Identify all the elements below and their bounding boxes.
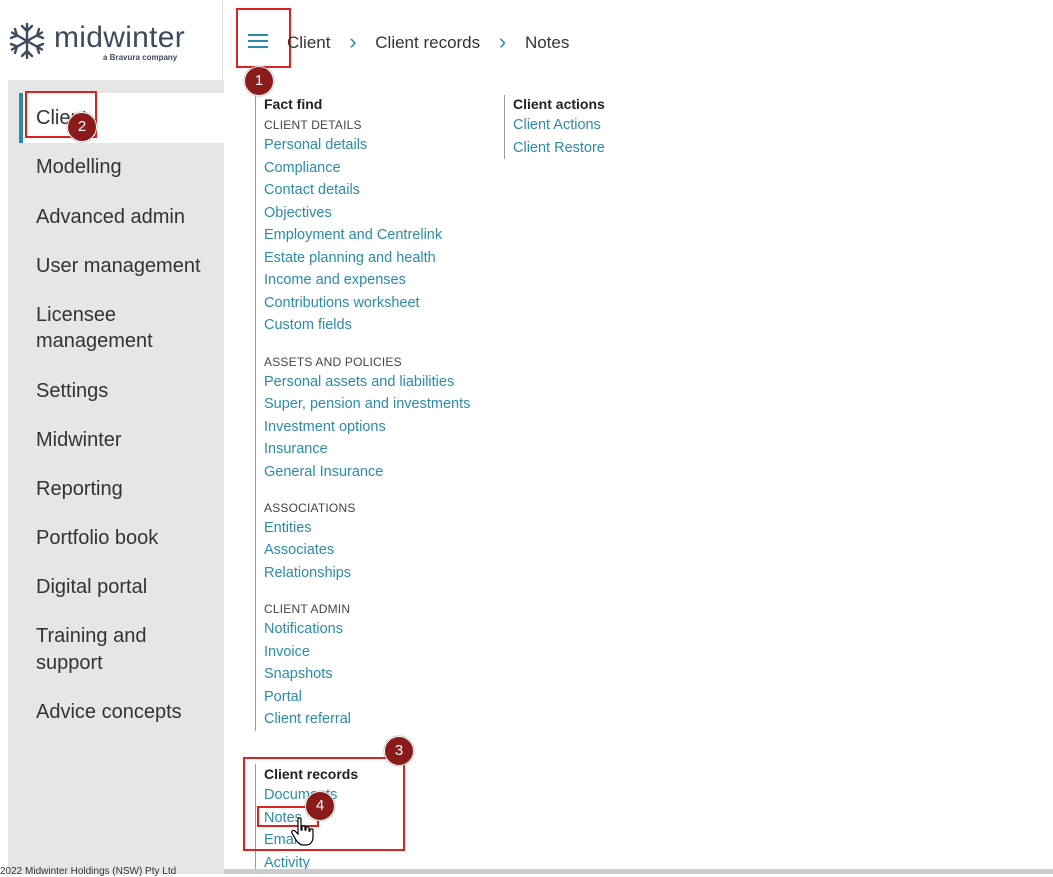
link-snapshots[interactable]: Snapshots — [264, 666, 333, 682]
chevron-right-icon: › — [498, 29, 507, 54]
associations-heading: ASSOCIATIONS — [264, 501, 356, 515]
hamburger-icon — [248, 34, 268, 36]
step-badge-2: 2 — [67, 112, 97, 142]
horizontal-scrollbar[interactable] — [224, 869, 1053, 874]
step-badge-1: 1 — [244, 66, 274, 96]
logo[interactable]: midwinter a Bravura company — [0, 0, 223, 79]
fact-find-column — [255, 95, 256, 731]
sidebar-item-licensee-management[interactable]: Licensee — [36, 302, 116, 328]
link-portal[interactable]: Portal — [264, 689, 302, 705]
link-client-restore[interactable]: Client Restore — [513, 140, 605, 156]
breadcrumb: Client › Client records › Notes — [287, 29, 570, 56]
sidebar-item-advanced-admin[interactable]: Advanced admin — [36, 204, 185, 230]
link-invoice[interactable]: Invoice — [264, 644, 310, 660]
link-custom-fields[interactable]: Custom fields — [264, 317, 352, 333]
breadcrumb-client-records[interactable]: Client records — [375, 33, 480, 53]
client-details-heading: CLIENT DETAILS — [264, 118, 362, 132]
link-objectives[interactable]: Objectives — [264, 205, 332, 221]
sidebar: Client Modelling Advanced admin User man… — [8, 80, 224, 874]
sidebar-item-digital-portal[interactable]: Digital portal — [36, 574, 147, 600]
link-contact-details[interactable]: Contact details — [264, 182, 360, 198]
snowflake-icon — [9, 22, 45, 60]
copyright-footer: 2022 Midwinter Holdings (NSW) Pty Ltd — [0, 866, 177, 877]
breadcrumb-client[interactable]: Client — [287, 33, 330, 53]
link-associates[interactable]: Associates — [264, 542, 334, 558]
link-notifications[interactable]: Notifications — [264, 621, 343, 637]
logo-subtitle: a Bravura company — [103, 53, 178, 62]
link-insurance[interactable]: Insurance — [264, 441, 328, 457]
sidebar-item-settings[interactable]: Settings — [36, 378, 108, 404]
link-estate-planning-health[interactable]: Estate planning and health — [264, 250, 436, 266]
step-badge-3: 3 — [384, 736, 414, 766]
link-relationships[interactable]: Relationships — [264, 565, 351, 581]
link-general-insurance[interactable]: General Insurance — [264, 464, 383, 480]
link-employment-centrelink[interactable]: Employment and Centrelink — [264, 227, 442, 243]
link-client-actions[interactable]: Client Actions — [513, 117, 601, 133]
sidebar-item-reporting[interactable]: Reporting — [36, 476, 123, 502]
client-actions-title: Client actions — [513, 96, 605, 112]
sidebar-item-training-support-line2[interactable]: support — [36, 650, 103, 676]
sidebar-item-licensee-management-line2[interactable]: management — [36, 328, 153, 354]
sidebar-item-training-support[interactable]: Training and — [36, 623, 146, 649]
link-super-pension[interactable]: Super, pension and investments — [264, 396, 470, 412]
link-investment-options[interactable]: Investment options — [264, 419, 386, 435]
breadcrumb-notes: Notes — [524, 33, 570, 52]
fact-find-title: Fact find — [264, 96, 323, 112]
link-client-referral[interactable]: Client referral — [264, 711, 351, 727]
link-personal-assets[interactable]: Personal assets and liabilities — [264, 374, 454, 390]
assets-policies-heading: ASSETS AND POLICIES — [264, 355, 402, 369]
client-admin-heading: CLIENT ADMIN — [264, 602, 351, 616]
link-personal-details[interactable]: Personal details — [264, 137, 367, 153]
sidebar-item-midwinter[interactable]: Midwinter — [36, 427, 122, 453]
hand-cursor-icon — [291, 817, 314, 846]
link-income-expenses[interactable]: Income and expenses — [264, 272, 406, 288]
sidebar-item-modelling[interactable]: Modelling — [36, 154, 122, 180]
sidebar-item-advice-concepts[interactable]: Advice concepts — [36, 699, 182, 725]
logo-text: midwinter — [54, 21, 186, 54]
top-bar: midwinter a Bravura company Client › Cli… — [0, 0, 1053, 79]
client-actions-column — [504, 95, 505, 159]
sidebar-item-user-management[interactable]: User management — [36, 253, 201, 279]
sidebar-item-portfolio-book[interactable]: Portfolio book — [36, 525, 158, 551]
sidebar-active-indicator — [19, 93, 23, 143]
hamburger-menu-button[interactable] — [236, 8, 291, 68]
link-entities[interactable]: Entities — [264, 520, 312, 536]
link-compliance[interactable]: Compliance — [264, 160, 341, 176]
link-contributions-worksheet[interactable]: Contributions worksheet — [264, 295, 420, 311]
chevron-right-icon: › — [349, 29, 357, 54]
